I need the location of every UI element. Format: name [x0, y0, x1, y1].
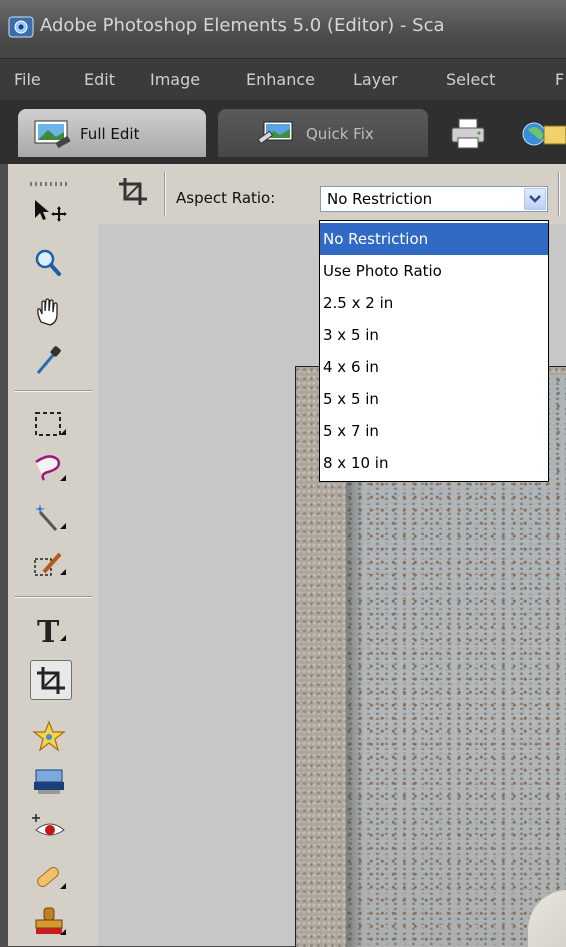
- dropdown-option-8x10[interactable]: 8 x 10 in: [320, 447, 548, 479]
- healing-brush-tool-icon[interactable]: [26, 858, 72, 898]
- crop-options-icon: [119, 178, 147, 205]
- cookie-cutter-tool-icon[interactable]: [26, 762, 72, 802]
- menu-filter[interactable]: F: [555, 70, 564, 89]
- custom-shape-tool-icon[interactable]: [26, 716, 72, 756]
- zoom-tool-icon[interactable]: [26, 242, 72, 282]
- organizer-icon[interactable]: [522, 116, 566, 152]
- chevron-down-icon: [529, 195, 541, 203]
- hand-tool-icon[interactable]: [26, 292, 72, 332]
- menu-layer[interactable]: Layer: [353, 70, 398, 89]
- menu-enhance[interactable]: Enhance: [246, 70, 315, 89]
- aspect-ratio-dropdown-list: No Restriction Use Photo Ratio 2.5 x 2 i…: [319, 220, 549, 482]
- photo-subject: [528, 890, 566, 947]
- toolbox-grip[interactable]: [30, 182, 70, 186]
- title-bar: Adobe Photoshop Elements 5.0 (Editor) - …: [0, 0, 566, 58]
- dropdown-option-no-restriction[interactable]: No Restriction: [320, 223, 548, 255]
- dropdown-button[interactable]: [524, 188, 546, 210]
- clone-stamp-tool-icon[interactable]: [26, 902, 72, 942]
- menu-file[interactable]: File: [14, 70, 41, 89]
- tab-quick-fix[interactable]: Quick Fix: [218, 109, 428, 157]
- red-eye-tool-icon[interactable]: [26, 808, 72, 848]
- svg-text:T: T: [37, 615, 60, 650]
- options-divider: [164, 172, 166, 216]
- aspect-ratio-label: Aspect Ratio:: [176, 189, 276, 207]
- menu-image[interactable]: Image: [150, 70, 200, 89]
- menu-select[interactable]: Select: [446, 70, 495, 89]
- dropdown-option-5x7[interactable]: 5 x 7 in: [320, 415, 548, 447]
- tool-separator: [14, 596, 92, 598]
- tool-separator: [14, 390, 92, 392]
- toolbox: T: [8, 164, 99, 946]
- eyedropper-tool-icon[interactable]: [26, 340, 72, 380]
- crop-icon: [37, 667, 65, 694]
- marquee-tool-icon[interactable]: [26, 404, 72, 444]
- menu-edit[interactable]: Edit: [84, 70, 115, 89]
- mode-tab-bar: Full Edit Quick Fix: [0, 100, 566, 164]
- full-edit-icon: [34, 120, 71, 149]
- aspect-ratio-value: No Restriction: [327, 190, 433, 208]
- crop-tool-icon[interactable]: [30, 660, 72, 700]
- type-tool-icon[interactable]: T: [26, 610, 72, 650]
- move-tool-icon[interactable]: [26, 192, 72, 232]
- left-edge: [0, 164, 8, 946]
- options-divider: [558, 172, 560, 216]
- photoshop-elements-app-icon: [8, 16, 34, 38]
- magic-wand-tool-icon[interactable]: [26, 498, 72, 538]
- quick-fix-icon: [257, 121, 293, 145]
- lasso-tool-icon[interactable]: [26, 450, 72, 490]
- menu-bar: File Edit Image Enhance Layer Select F: [0, 58, 566, 101]
- dropdown-option-5x5[interactable]: 5 x 5 in: [320, 383, 548, 415]
- dropdown-option-3x5[interactable]: 3 x 5 in: [320, 319, 548, 351]
- tab-quick-fix-label: Quick Fix: [306, 125, 374, 143]
- tab-full-edit-label: Full Edit: [80, 125, 140, 143]
- aspect-ratio-select[interactable]: No Restriction: [320, 186, 548, 212]
- print-icon[interactable]: [448, 116, 488, 152]
- window-title: Adobe Photoshop Elements 5.0 (Editor) - …: [40, 15, 445, 36]
- dropdown-option-4x6[interactable]: 4 x 6 in: [320, 351, 548, 383]
- tab-full-edit[interactable]: Full Edit: [18, 109, 206, 157]
- dropdown-option-use-photo-ratio[interactable]: Use Photo Ratio: [320, 255, 548, 287]
- selection-brush-tool-icon[interactable]: [26, 544, 72, 584]
- tool-options-bar: Aspect Ratio: No Restriction: [98, 164, 566, 225]
- dropdown-option-2-5x2[interactable]: 2.5 x 2 in: [320, 287, 548, 319]
